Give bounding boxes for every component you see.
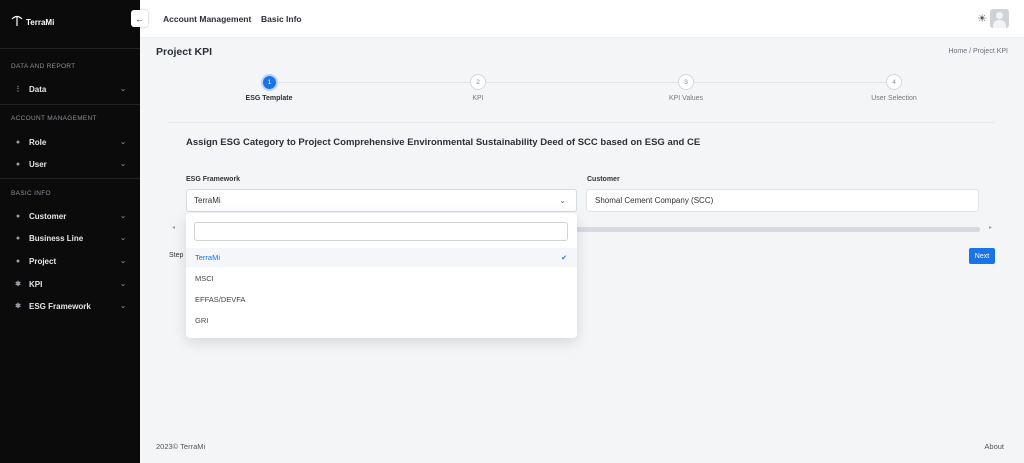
data-icon: ⋮ xyxy=(14,86,22,93)
sidebar-section-data-and-report: DATA AND REPORT xyxy=(11,63,76,70)
chevron-down-icon: ⌄ xyxy=(120,86,126,93)
esg-framework-select[interactable]: TerraMi ⌄ xyxy=(186,189,577,212)
dropdown-option-label: GRI xyxy=(195,316,209,325)
sidebar-item-data[interactable]: ⋮ Data ⌄ xyxy=(14,82,127,96)
esg-framework-value: TerraMi xyxy=(194,196,221,205)
role-icon: ● xyxy=(15,138,21,146)
business-line-icon: ● xyxy=(15,234,21,242)
step-4-label: User Selection xyxy=(871,95,917,102)
sidebar-item-customer[interactable]: ● Customer ⌄ xyxy=(14,209,126,223)
dropdown-search-input[interactable] xyxy=(194,222,568,241)
user-icon: ● xyxy=(15,160,21,168)
esg-framework-label: ESG Framework xyxy=(186,176,241,183)
page-title: Project KPI xyxy=(156,46,213,58)
esg-framework-dropdown: TerraMi ✔ MSCI EFFAS/DEVFA GRI xyxy=(186,213,577,338)
customer-value: Shomal Cement Company (SCC) xyxy=(595,196,714,205)
next-button[interactable]: Next xyxy=(969,248,995,264)
sidebar-item-user[interactable]: ● User ⌄ xyxy=(14,157,126,171)
step-text: Step xyxy=(169,252,184,259)
step-2-indicator[interactable]: 2 xyxy=(470,74,486,90)
chevron-down-icon: ⌄ xyxy=(120,213,126,220)
esg-framework-icon: ✱ xyxy=(15,303,21,310)
dropdown-option-effas-devfa[interactable]: EFFAS/DEVFA xyxy=(186,290,577,309)
sidebar-item-project[interactable]: ● Project ⌄ xyxy=(14,254,126,268)
step-3-label: KPI Values xyxy=(668,95,704,102)
step-3-indicator[interactable]: 3 xyxy=(678,74,694,90)
chevron-down-icon: ⌄ xyxy=(120,303,126,310)
sidebar-item-label: KPI xyxy=(29,279,43,289)
sidebar-item-kpi[interactable]: ✱ KPI ⌄ xyxy=(14,277,126,291)
sidebar-divider xyxy=(0,104,140,105)
sidebar: TerraMi DATA AND REPORT ⋮ Data ⌄ ACCOUNT… xyxy=(0,0,140,463)
nav-link-account-management[interactable]: Account Management xyxy=(163,14,251,24)
dropdown-option-label: MSCI xyxy=(195,274,214,283)
form-heading: Assign ESG Category to Project Comprehen… xyxy=(186,137,701,148)
customer-field[interactable]: Shomal Cement Company (SCC) xyxy=(586,189,979,212)
sidebar-item-esg-framework[interactable]: ✱ ESG Framework ⌄ xyxy=(14,299,126,313)
sidebar-item-label: Business Line xyxy=(29,233,84,243)
sidebar-divider xyxy=(0,178,140,179)
topbar: Account Management Basic Info ☀ xyxy=(140,0,1024,38)
chevron-down-icon: ⌄ xyxy=(559,196,566,205)
scroll-left-arrow-icon[interactable]: ◂ xyxy=(172,224,175,231)
arrow-left-icon: ← xyxy=(135,13,144,24)
stepper: 1 ESG Template 2 KPI 3 KPI Values 4 User… xyxy=(168,74,996,114)
step-1-label: ESG Template xyxy=(245,95,293,102)
sidebar-section-account-management: ACCOUNT MANAGEMENT xyxy=(11,115,97,122)
theme-toggle-sun-icon[interactable]: ☀ xyxy=(977,12,987,25)
sidebar-item-label: Project xyxy=(29,256,57,266)
checkmark-icon: ✔ xyxy=(561,254,567,262)
sidebar-section-basic-info: BASIC INFO xyxy=(11,190,51,197)
sidebar-item-label: User xyxy=(29,159,47,169)
step-connector xyxy=(278,82,470,83)
step-connector xyxy=(486,82,678,83)
chevron-down-icon: ⌄ xyxy=(120,281,126,288)
brand-name: TerraMi xyxy=(26,18,55,27)
sidebar-item-role[interactable]: ● Role ⌄ xyxy=(14,135,126,149)
nav-link-basic-info[interactable]: Basic Info xyxy=(261,14,302,24)
dropdown-option-label: TerraMi xyxy=(195,253,221,262)
step-2-label: KPI xyxy=(472,95,484,102)
breadcrumb[interactable]: Home / Project KPI xyxy=(948,48,1008,55)
dropdown-option-gri[interactable]: GRI xyxy=(186,311,577,330)
chevron-down-icon: ⌄ xyxy=(120,139,126,146)
chevron-down-icon: ⌄ xyxy=(120,235,126,242)
step-connector xyxy=(694,82,886,83)
scroll-right-arrow-icon[interactable]: ▸ xyxy=(989,224,992,231)
customer-icon: ● xyxy=(15,212,21,220)
dropdown-option-label: EFFAS/DEVFA xyxy=(195,295,246,304)
chevron-down-icon: ⌄ xyxy=(120,258,126,265)
logo-icon xyxy=(11,15,23,26)
card-divider xyxy=(168,122,994,123)
logo[interactable]: TerraMi xyxy=(10,12,54,27)
dropdown-option-terrami[interactable]: TerraMi ✔ xyxy=(186,248,577,267)
sidebar-collapse-button[interactable]: ← xyxy=(131,10,148,27)
sidebar-item-label: Role xyxy=(29,137,47,147)
kpi-icon: ✱ xyxy=(15,281,21,288)
footer-about-link[interactable]: About xyxy=(984,442,1004,451)
sidebar-item-label: ESG Framework xyxy=(29,301,91,311)
dropdown-option-msci[interactable]: MSCI xyxy=(186,269,577,288)
chevron-down-icon: ⌄ xyxy=(120,161,126,168)
sidebar-item-label: Data xyxy=(29,84,47,94)
footer-copyright: 2023© TerraMi xyxy=(156,442,206,451)
sidebar-divider xyxy=(0,48,140,49)
project-icon: ● xyxy=(15,257,21,265)
avatar[interactable] xyxy=(990,9,1009,28)
step-4-indicator[interactable]: 4 xyxy=(886,74,902,90)
sidebar-item-business-line[interactable]: ● Business Line ⌄ xyxy=(14,231,126,245)
sidebar-item-label: Customer xyxy=(29,211,67,221)
step-1-indicator[interactable]: 1 xyxy=(261,74,278,91)
customer-label: Customer xyxy=(587,176,620,183)
